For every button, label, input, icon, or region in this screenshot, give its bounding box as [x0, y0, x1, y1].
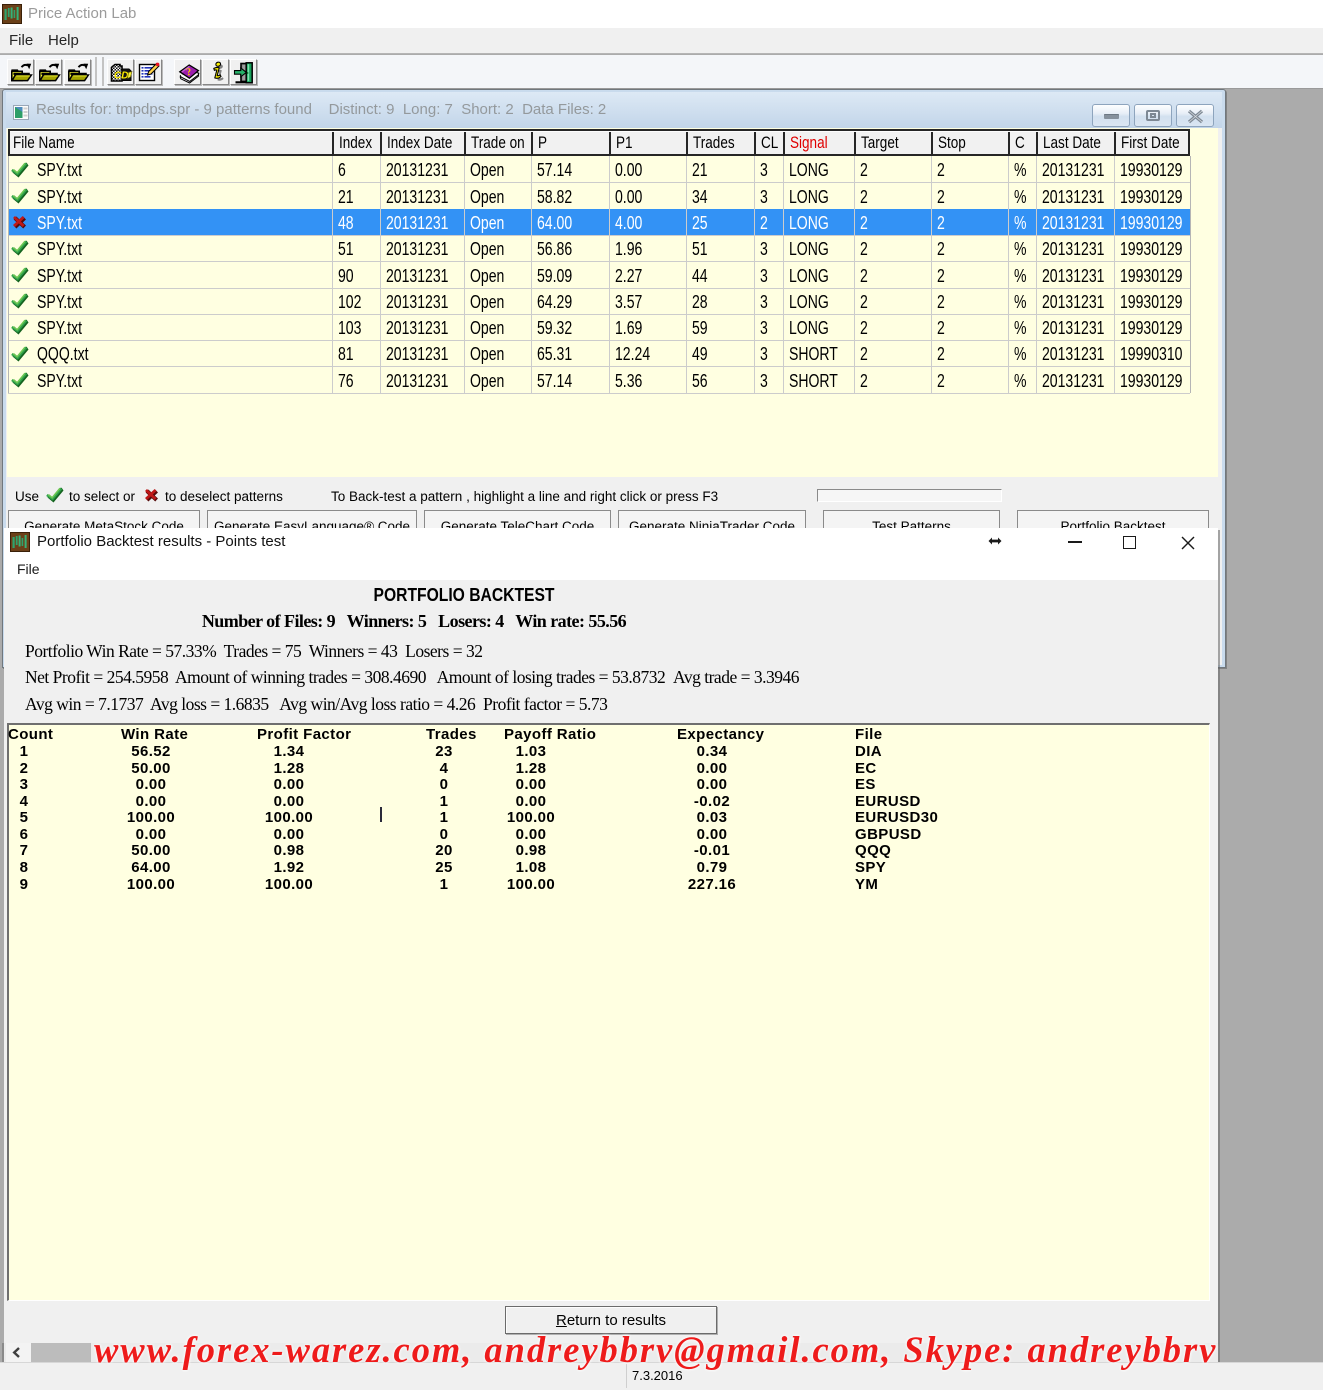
svg-text:CD: CD — [114, 71, 128, 82]
